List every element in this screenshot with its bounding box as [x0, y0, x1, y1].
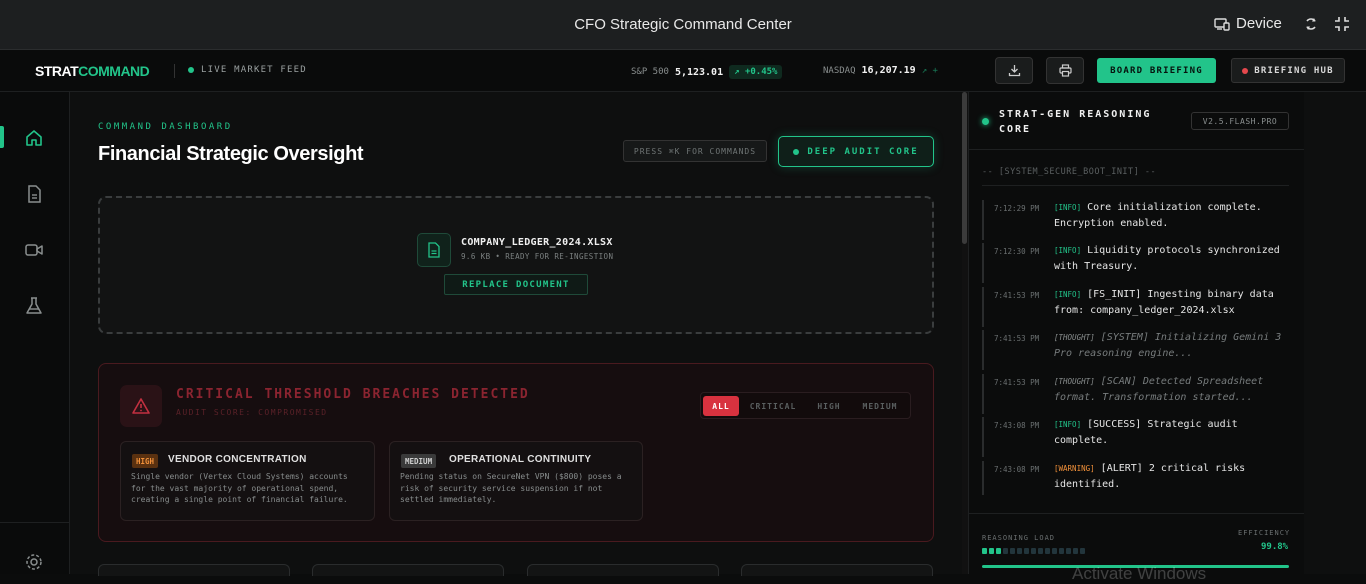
file-meta: 9.6 KB • READY FOR RE-INGESTION — [461, 252, 614, 261]
filter-all[interactable]: ALL — [703, 396, 739, 416]
sp500-change: ↗ +0.45% — [729, 65, 783, 79]
device-icon — [1214, 17, 1230, 31]
load-segment — [1024, 548, 1029, 554]
filter-high[interactable]: HIGH — [809, 396, 849, 416]
sidebar-active-indicator — [0, 126, 4, 148]
ticker-nasdaq: NASDAQ 16,207.19 ↗ + — [823, 65, 938, 76]
hub-status-dot — [1242, 67, 1249, 74]
risk-description: Pending status on SecureNet VPN ($800) p… — [400, 472, 622, 504]
risk-title: VENDOR CONCENTRATION — [168, 454, 307, 465]
risk-title: OPERATIONAL CONTINUITY — [449, 454, 592, 465]
board-briefing-button[interactable]: BOARD BRIEFING — [1097, 58, 1216, 83]
log-entry: 7:43:08 PM [WARNING] [ALERT] 2 critical … — [982, 461, 1292, 495]
load-segment — [1073, 548, 1078, 554]
main-scrollbar-thumb[interactable] — [962, 92, 967, 244]
alert-title: CRITICAL THRESHOLD BREACHES DETECTED — [176, 387, 530, 402]
file-name: COMPANY_LEDGER_2024.XLSX — [461, 237, 613, 248]
collapse-icon[interactable] — [1333, 15, 1351, 33]
load-segment — [1003, 548, 1008, 554]
briefing-hub-button[interactable]: BRIEFING HUB — [1231, 58, 1345, 83]
metric-card — [312, 564, 504, 576]
version-badge: V2.5.FLASH.PRO — [1191, 112, 1289, 130]
sidebar — [0, 92, 70, 574]
risk-badge: MEDIUM — [401, 454, 437, 468]
load-segment — [1031, 548, 1036, 554]
command-palette-hint[interactable]: PRESS ⌘K FOR COMMANDS — [623, 140, 767, 162]
filter-medium[interactable]: MEDIUM — [854, 396, 906, 416]
audit-status-dot — [793, 148, 800, 155]
boot-marker: -- [SYSTEM_SECURE_BOOT_INIT] -- — [982, 167, 1157, 177]
printer-icon — [1058, 64, 1072, 77]
load-segment — [1010, 548, 1015, 554]
load-segment — [1066, 548, 1071, 554]
gear-icon[interactable] — [24, 552, 44, 572]
reasoning-load-meter — [982, 548, 1085, 554]
nasdaq-change: ↗ + — [921, 65, 938, 76]
risk-card-vendor[interactable]: HIGH VENDOR CONCENTRATION Single vendor … — [120, 441, 375, 521]
load-segment — [1059, 548, 1064, 554]
risk-badge: HIGH — [132, 454, 159, 468]
live-dot — [188, 67, 194, 73]
log-entry: 7:41:53 PM [THOUGHT] [SYSTEM] Initializi… — [982, 330, 1292, 370]
warning-triangle-icon — [132, 398, 150, 414]
load-segment — [996, 548, 1001, 554]
filter-critical[interactable]: CRITICAL — [743, 396, 803, 416]
window-title: CFO Strategic Command Center — [574, 16, 792, 33]
alert-icon-box — [120, 385, 162, 427]
metric-card — [527, 564, 719, 576]
page-title: Financial Strategic Oversight — [98, 143, 364, 165]
reasoning-load-label: REASONING LOAD — [982, 534, 1056, 542]
video-icon[interactable] — [24, 240, 44, 260]
ticker-sp500: S&P 500 5,123.01 ↗ +0.45% — [631, 65, 783, 79]
logo[interactable]: STRATCOMMAND — [35, 63, 150, 79]
page-eyebrow: COMMAND DASHBOARD — [98, 122, 233, 132]
log-entry: 7:41:53 PM [THOUGHT] [SCAN] Detected Spr… — [982, 374, 1292, 414]
load-segment — [1045, 548, 1050, 554]
metric-card — [98, 564, 290, 576]
home-icon[interactable] — [24, 128, 44, 148]
flask-icon[interactable] — [24, 296, 44, 316]
window-titlebar: CFO Strategic Command Center Device — [0, 0, 1366, 50]
load-segment — [989, 548, 994, 554]
load-segment — [982, 548, 987, 554]
load-segment — [1080, 548, 1085, 554]
activation-watermark: Activate Windows — [1072, 564, 1207, 583]
device-toggle[interactable]: Device — [1214, 15, 1282, 32]
log-entry: 7:12:29 PM [INFO] Core initialization co… — [982, 200, 1292, 240]
load-segment — [1017, 548, 1022, 554]
alert-subtitle: AUDIT SCORE: COMPROMISED — [176, 408, 328, 417]
download-icon — [1008, 65, 1020, 77]
severity-filter: ALL CRITICAL HIGH MEDIUM — [700, 392, 911, 419]
document-icon[interactable] — [24, 184, 44, 204]
log-entry: 7:12:30 PM [INFO] Liquidity protocols sy… — [982, 243, 1292, 283]
log-entry: 7:43:08 PM [INFO] [SUCCESS] Strategic au… — [982, 417, 1292, 457]
load-segment — [1038, 548, 1043, 554]
refresh-icon[interactable] — [1302, 15, 1320, 33]
efficiency-label: EFFICIENCY — [1238, 529, 1291, 537]
efficiency-value: 99.8% — [1261, 542, 1289, 552]
reasoning-panel-title: STRAT-GEN REASONING CORE — [999, 109, 1152, 135]
replace-document-button[interactable]: REPLACE DOCUMENT — [444, 274, 588, 295]
file-dropzone[interactable] — [98, 196, 934, 334]
risk-description: Single vendor (Vertex Cloud Systems) acc… — [131, 472, 348, 504]
metric-card — [741, 564, 933, 576]
load-segment — [1052, 548, 1057, 554]
deep-audit-core-button[interactable]: DEEP AUDIT CORE — [778, 136, 934, 167]
file-icon — [417, 233, 451, 267]
log-entry: 7:41:53 PM [INFO] [FS_INIT] Ingesting bi… — [982, 287, 1292, 327]
print-button[interactable] — [1046, 57, 1084, 84]
live-market-feed: LIVE MARKET FEED — [188, 65, 307, 75]
right-gutter — [1304, 92, 1366, 574]
download-button[interactable] — [995, 57, 1033, 84]
core-status-dot — [982, 118, 989, 125]
device-label: Device — [1236, 15, 1282, 32]
risk-card-continuity[interactable]: MEDIUM OPERATIONAL CONTINUITY Pending st… — [389, 441, 643, 521]
